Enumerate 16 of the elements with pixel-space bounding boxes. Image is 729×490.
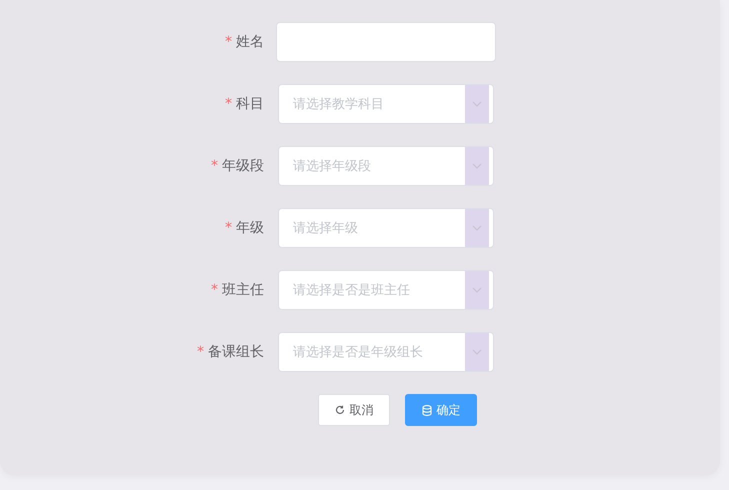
field-label: 年级段: [222, 157, 264, 175]
field-label: 姓名: [236, 33, 264, 51]
required-mark: *: [225, 34, 232, 50]
refresh-icon: [334, 405, 344, 415]
required-mark: *: [225, 220, 232, 236]
field-label: 科目: [236, 95, 264, 113]
required-mark: *: [225, 96, 232, 112]
required-mark: *: [211, 158, 218, 174]
field-label: 年级: [236, 219, 264, 237]
input-field[interactable]: [276, 22, 496, 62]
database-icon: [422, 404, 432, 416]
field-label: 备课组长: [208, 343, 264, 361]
required-mark: *: [211, 282, 218, 298]
field-label: 班主任: [222, 281, 264, 299]
cancel-button[interactable]: 取消: [318, 394, 390, 426]
required-mark: *: [197, 344, 204, 360]
